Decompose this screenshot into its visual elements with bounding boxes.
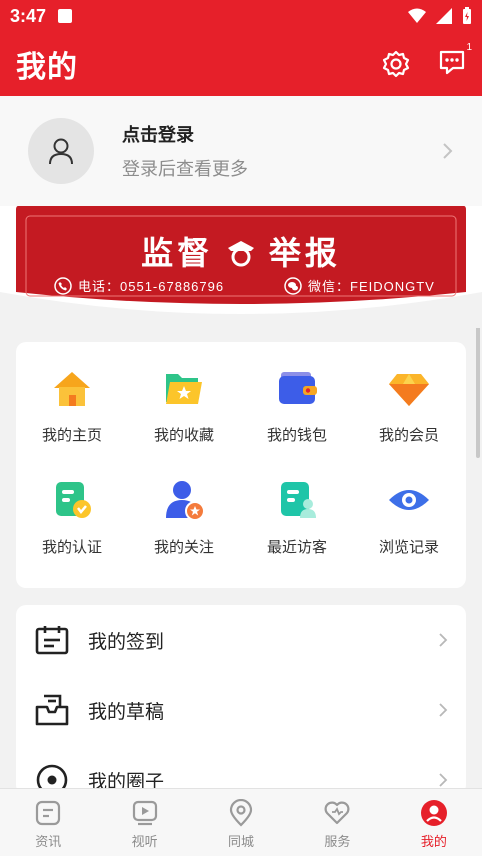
wechat-icon (284, 276, 302, 295)
banner-title-right: 举报 (268, 235, 341, 271)
heart-icon (324, 801, 350, 825)
banner-title-left: 监督 (141, 235, 214, 271)
banner-phone-text: 电话：0551-67886796 (78, 279, 225, 294)
tab-label-me: 我的 (420, 834, 447, 849)
verified-doc-icon (56, 482, 91, 518)
list-label-drafts: 我的草稿 (88, 701, 165, 723)
tab-me[interactable]: 我的 (386, 789, 482, 856)
banner-wechat-text: 微信：FEIDONGTV (308, 279, 435, 294)
notification-icon (58, 9, 73, 23)
visitor-icon (281, 482, 316, 518)
report-banner[interactable]: 监督 举报 电话：0551-67886796 微信：FEIDONGTV (0, 206, 482, 328)
diamond-icon (389, 374, 429, 406)
me-icon (420, 800, 447, 826)
wifi-icon (408, 8, 426, 23)
list-item-drafts[interactable]: 我的草稿 (16, 675, 466, 745)
grid-label-wallet: 我的钱包 (266, 427, 327, 444)
menu-list: 我的签到 我的草稿 我的圈子 (16, 605, 466, 795)
grid-item-history[interactable]: 浏览记录 (353, 454, 465, 566)
battery-icon (463, 7, 471, 24)
chevron-right-icon (439, 773, 448, 787)
message-badge: 1 (466, 41, 472, 53)
eye-icon (389, 490, 429, 510)
tab-label-video: 视听 (131, 834, 158, 849)
calendar-icon (35, 626, 69, 655)
follow-user-icon (166, 481, 205, 521)
signal-icon (436, 8, 452, 24)
login-label: 点击登录 (122, 125, 194, 145)
police-cap-icon (228, 241, 254, 267)
tab-label-services: 服务 (324, 834, 351, 849)
tab-video[interactable]: 视听 (96, 789, 192, 856)
login-subtitle: 登录后查看更多 (122, 159, 248, 179)
status-bar: 3:47 (0, 0, 482, 32)
grid-item-wallet[interactable]: 我的钱包 (241, 342, 353, 454)
chevron-right-icon (439, 633, 448, 647)
tab-local[interactable]: 同城 (193, 789, 289, 856)
grid-item-verify[interactable]: 我的认证 (16, 454, 128, 566)
tab-news[interactable]: 资讯 (0, 789, 96, 856)
messages-button[interactable]: 1 (438, 42, 472, 81)
status-time: 3:47 (10, 5, 47, 26)
avatar (28, 118, 94, 184)
grid-label-home: 我的主页 (41, 427, 102, 444)
news-icon (36, 800, 61, 826)
status-icons (408, 7, 472, 25)
grid-item-visitors[interactable]: 最近访客 (241, 454, 353, 566)
login-row[interactable]: 点击登录 登录后查看更多 (0, 96, 482, 206)
grid-label-favorites: 我的收藏 (153, 427, 214, 444)
grid-item-vip[interactable]: 我的会员 (353, 342, 465, 454)
grid-item-follow[interactable]: 我的关注 (128, 454, 240, 566)
phone-icon (54, 276, 72, 295)
message-icon (439, 50, 465, 74)
list-item-checkin[interactable]: 我的签到 (16, 605, 466, 675)
video-icon (132, 800, 157, 826)
home-icon (54, 372, 90, 406)
features-grid: 我的主页 我的收藏 我的钱包 我的会员 我的认证 我的关注 最近访客 浏览记录 (16, 342, 466, 588)
banner-phone: 电话：0551-67886796 (54, 276, 224, 295)
grid-label-follow: 我的关注 (153, 539, 214, 556)
tab-label-news: 资讯 (35, 834, 62, 849)
chevron-right-icon (443, 143, 453, 159)
banner-wechat: 微信：FEIDONGTV (284, 276, 435, 295)
grid-item-home[interactable]: 我的主页 (16, 342, 128, 454)
grid-label-verify: 我的认证 (41, 539, 102, 556)
grid-label-vip: 我的会员 (378, 427, 439, 444)
chevron-right-icon (439, 703, 448, 717)
bottom-tab-bar: 资讯 视听 同城 服务 我的 (0, 788, 482, 856)
user-icon (49, 138, 73, 165)
favorites-folder-icon (166, 374, 202, 404)
settings-gear-icon[interactable] (382, 50, 410, 78)
page-header: 我的 1 (0, 32, 482, 96)
location-icon (229, 799, 253, 827)
tab-services[interactable]: 服务 (289, 789, 385, 856)
grid-label-history: 浏览记录 (378, 539, 439, 556)
tab-label-local: 同城 (228, 834, 255, 849)
drafts-inbox-icon (35, 694, 69, 726)
grid-label-visitors: 最近访客 (266, 539, 327, 556)
grid-item-favorites[interactable]: 我的收藏 (128, 342, 240, 454)
list-label-checkin: 我的签到 (88, 631, 165, 653)
page-title: 我的 (16, 51, 78, 84)
banner-title: 监督 举报 (0, 228, 482, 274)
wallet-icon (279, 372, 317, 404)
